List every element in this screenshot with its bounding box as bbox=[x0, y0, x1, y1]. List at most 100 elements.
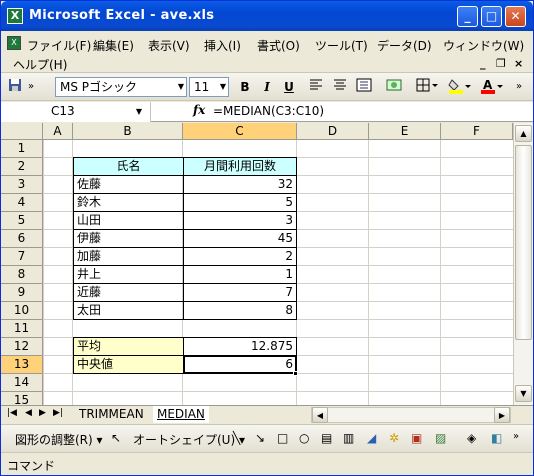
scroll-up-icon[interactable]: ▲ bbox=[515, 125, 532, 142]
scroll-right-icon[interactable]: ▶ bbox=[494, 407, 510, 423]
select-all-corner[interactable] bbox=[1, 123, 43, 140]
row-header[interactable]: 1 bbox=[1, 140, 43, 158]
scroll-left-icon[interactable]: ◀ bbox=[312, 407, 328, 423]
row-header[interactable]: 6 bbox=[1, 230, 43, 248]
menu-edit[interactable]: 編集(E) bbox=[93, 37, 134, 54]
count-cell[interactable]: 7 bbox=[183, 283, 297, 302]
sheet-tab-median[interactable]: MEDIAN bbox=[153, 406, 209, 423]
excel-app-icon[interactable]: X bbox=[7, 8, 23, 24]
median-value-cell[interactable]: 6 bbox=[183, 355, 297, 374]
menu-format[interactable]: 書式(O) bbox=[257, 37, 300, 54]
title-bar[interactable]: X Microsoft Excel - ave.xls _ □ ✕ bbox=[1, 1, 533, 31]
row-header[interactable]: 9 bbox=[1, 284, 43, 302]
menu-help[interactable]: ヘルプ(H) bbox=[13, 56, 67, 73]
column-header-b[interactable]: B bbox=[73, 123, 183, 140]
toolbar-overflow-icon[interactable]: » bbox=[513, 431, 519, 442]
row-header[interactable]: 8 bbox=[1, 266, 43, 284]
workbook-icon[interactable]: X bbox=[7, 36, 21, 50]
count-cell[interactable]: 2 bbox=[183, 247, 297, 266]
insert-function-icon[interactable]: fx bbox=[193, 103, 205, 117]
vertical-textbox-icon[interactable]: ▥ bbox=[343, 431, 354, 445]
bold-button[interactable]: B bbox=[237, 78, 253, 96]
column-header-c[interactable]: C bbox=[183, 123, 297, 140]
arrow-icon[interactable]: ↘ bbox=[255, 431, 265, 445]
clipart-icon[interactable]: ▣ bbox=[411, 431, 422, 445]
menu-tools[interactable]: ツール(T) bbox=[315, 37, 368, 54]
minimize-button[interactable]: _ bbox=[457, 6, 478, 27]
row-header[interactable]: 14 bbox=[1, 374, 43, 392]
count-cell[interactable]: 8 bbox=[183, 301, 297, 320]
column-header-d[interactable]: D bbox=[297, 123, 369, 140]
row-header[interactable]: 13 bbox=[1, 356, 43, 374]
row-header[interactable]: 2 bbox=[1, 158, 43, 176]
header-cell-name[interactable]: 氏名 bbox=[73, 157, 184, 176]
rectangle-icon[interactable]: □ bbox=[277, 431, 288, 445]
horizontal-scrollbar[interactable]: ◀ ▶ bbox=[311, 407, 511, 423]
line-icon[interactable]: ╲ bbox=[233, 431, 240, 445]
name-cell[interactable]: 山田 bbox=[73, 211, 184, 230]
autoshape-menu[interactable]: オートシェイプ(U) ▾ bbox=[133, 431, 245, 448]
menu-file[interactable]: ファイル(F) bbox=[27, 37, 91, 54]
toolbar-overflow-icon[interactable]: » bbox=[25, 78, 37, 96]
column-header-e[interactable]: E bbox=[369, 123, 441, 140]
last-sheet-icon[interactable]: ▶| bbox=[53, 408, 63, 418]
fill-handle[interactable] bbox=[293, 371, 298, 376]
column-header-a[interactable]: A bbox=[43, 123, 73, 140]
merge-center-icon[interactable] bbox=[355, 78, 373, 96]
name-box[interactable]: C13 ▼ bbox=[1, 102, 151, 122]
header-cell-count[interactable]: 月間利用回数 bbox=[183, 157, 297, 176]
sheet-tab-trimmean[interactable]: TRIMMEAN bbox=[75, 406, 148, 423]
fill-color-icon[interactable] bbox=[447, 78, 473, 96]
average-label-cell[interactable]: 平均 bbox=[73, 337, 184, 356]
menu-data[interactable]: データ(D) bbox=[377, 37, 432, 54]
count-cell[interactable]: 32 bbox=[183, 175, 297, 194]
select-pointer-icon[interactable]: ↖ bbox=[111, 431, 121, 445]
count-cell[interactable]: 5 bbox=[183, 193, 297, 212]
row-header[interactable]: 15 bbox=[1, 392, 43, 405]
row-header[interactable]: 11 bbox=[1, 320, 43, 338]
name-cell[interactable]: 太田 bbox=[73, 301, 184, 320]
name-cell[interactable]: 佐藤 bbox=[73, 175, 184, 194]
count-cell[interactable]: 3 bbox=[183, 211, 297, 230]
doc-restore-button[interactable]: ❐ bbox=[496, 57, 506, 70]
row-header[interactable]: 12 bbox=[1, 338, 43, 356]
row-header[interactable]: 4 bbox=[1, 194, 43, 212]
prev-sheet-icon[interactable]: ◀ bbox=[25, 408, 32, 418]
draw-adjust-menu[interactable]: 図形の調整(R) ▾ bbox=[15, 431, 103, 448]
row-header[interactable]: 7 bbox=[1, 248, 43, 266]
scroll-thumb[interactable] bbox=[515, 145, 532, 340]
toolbar-overflow-icon[interactable]: » bbox=[513, 78, 525, 96]
wordart-icon[interactable]: ◢ bbox=[367, 431, 376, 445]
name-cell[interactable]: 近藤 bbox=[73, 283, 184, 302]
oval-icon[interactable]: ○ bbox=[299, 431, 309, 445]
average-value-cell[interactable]: 12.875 bbox=[183, 337, 297, 356]
worksheet-grid[interactable]: A B C D E F 1 2 3 4 5 6 7 8 9 10 11 12 1… bbox=[1, 123, 513, 405]
row-header[interactable]: 10 bbox=[1, 302, 43, 320]
menu-window[interactable]: ウィンドウ(W) bbox=[443, 37, 524, 54]
row-header[interactable]: 5 bbox=[1, 212, 43, 230]
diagram-icon[interactable]: ✲ bbox=[389, 431, 399, 445]
close-button[interactable]: ✕ bbox=[505, 6, 526, 27]
vertical-scrollbar[interactable]: ▲ ▼ bbox=[513, 123, 533, 405]
underline-button[interactable]: U bbox=[281, 78, 297, 96]
align-center-icon[interactable] bbox=[331, 78, 349, 96]
first-sheet-icon[interactable]: |◀ bbox=[7, 408, 17, 418]
row-header[interactable]: 3 bbox=[1, 176, 43, 194]
name-cell[interactable]: 井上 bbox=[73, 265, 184, 284]
name-cell[interactable]: 加藤 bbox=[73, 247, 184, 266]
font-color-icon[interactable]: A bbox=[479, 78, 505, 96]
doc-close-button[interactable]: × bbox=[514, 57, 523, 70]
menu-insert[interactable]: 挿入(I) bbox=[204, 37, 241, 54]
count-cell[interactable]: 1 bbox=[183, 265, 297, 284]
italic-button[interactable]: I bbox=[259, 78, 275, 96]
median-label-cell[interactable]: 中央値 bbox=[73, 355, 184, 374]
font-name-select[interactable]: MS Pゴシック ▼ bbox=[55, 77, 187, 97]
maximize-button[interactable]: □ bbox=[481, 6, 502, 27]
scroll-down-icon[interactable]: ▼ bbox=[515, 385, 532, 402]
name-cell[interactable]: 伊藤 bbox=[73, 229, 184, 248]
textbox-icon[interactable]: ▤ bbox=[321, 431, 332, 445]
fill-color-icon[interactable]: ◈ bbox=[467, 431, 476, 445]
borders-icon[interactable] bbox=[415, 78, 439, 96]
name-cell[interactable]: 鈴木 bbox=[73, 193, 184, 212]
picture-icon[interactable]: ▨ bbox=[435, 431, 446, 445]
